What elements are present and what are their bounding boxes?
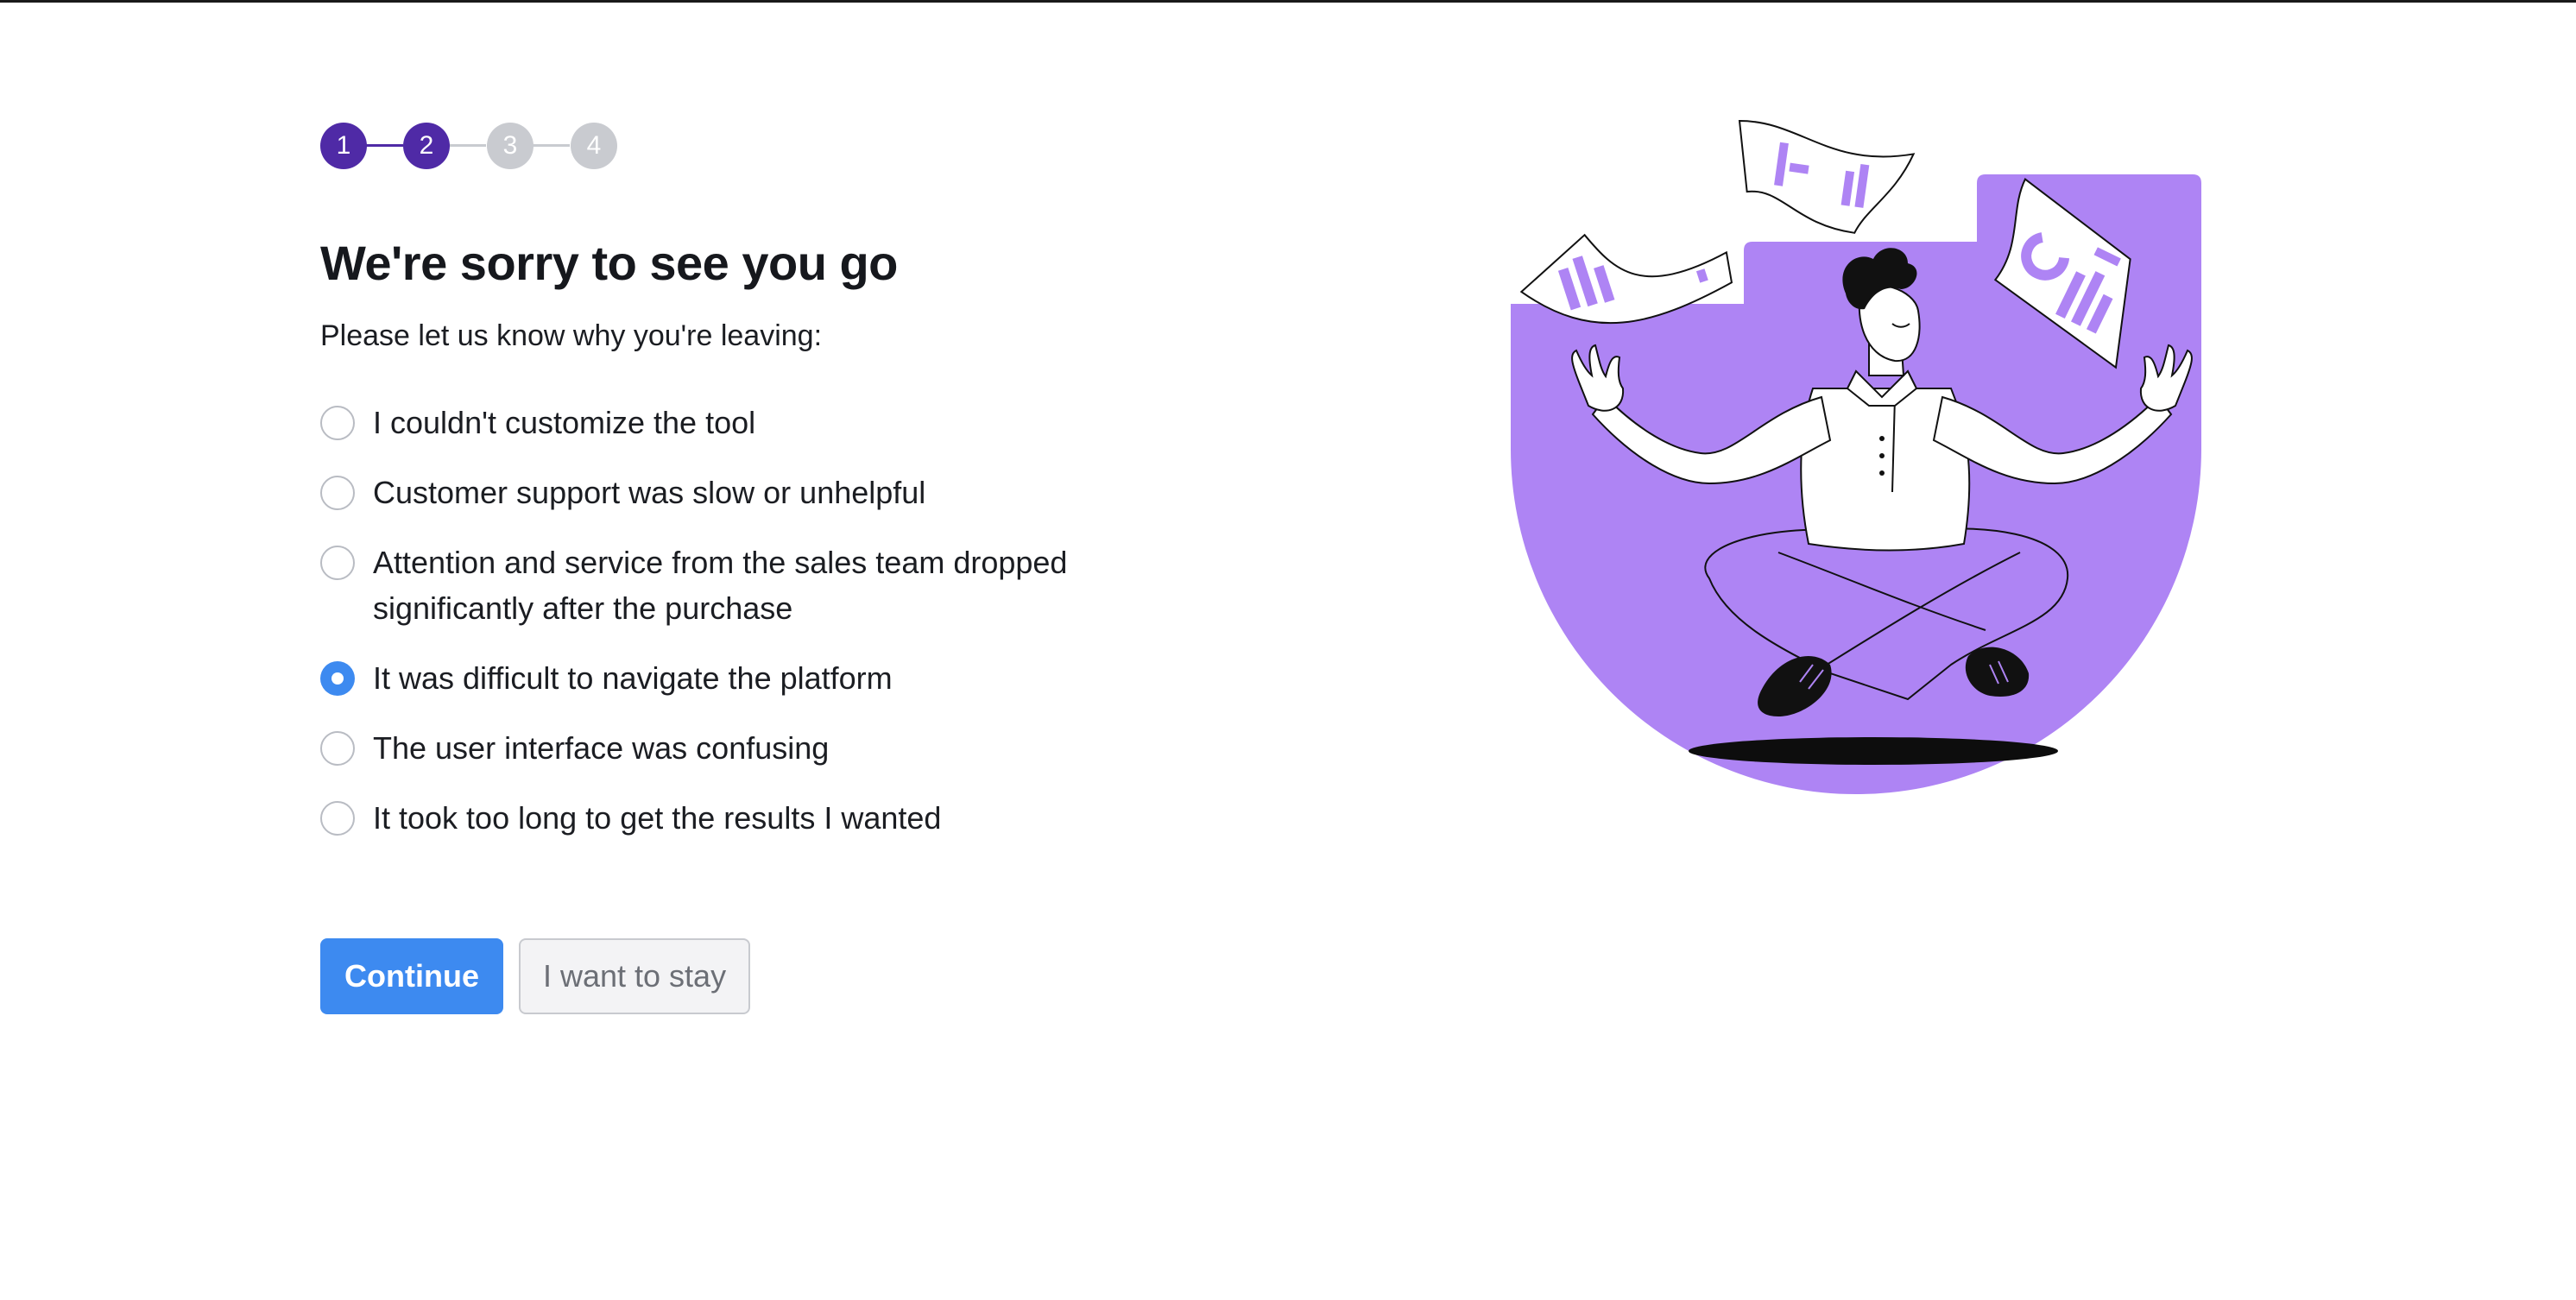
reason-label: Attention and service from the sales tea… [373,545,1068,626]
document-top-icon [1738,119,1916,234]
reason-label: I couldn't customize the tool [373,405,756,440]
reason-label: It took too long to get the results I wa… [373,800,942,836]
stepper-connector-2-3 [448,144,486,147]
reason-label: It was difficult to navigate the platfor… [373,660,893,696]
reason-option-navigation[interactable]: It was difficult to navigate the platfor… [320,660,1184,701]
radio-button[interactable] [320,406,355,440]
radio-button[interactable] [320,476,355,510]
page-subtitle: Please let us know why you're leaving: [320,319,823,352]
action-buttons: Continue I want to stay [320,938,751,1014]
step-3: 3 [487,123,534,169]
stepper-connector-1-2 [365,144,403,147]
radio-button[interactable] [320,731,355,766]
reason-option-ui-confusing[interactable]: The user interface was confusing [320,730,1184,771]
stay-button[interactable]: I want to stay [518,938,751,1014]
reason-label: Customer support was slow or unhelpful [373,475,926,510]
window-top-border [0,0,2576,3]
radio-button[interactable] [320,546,355,580]
radio-button-selected[interactable] [320,661,355,696]
stepper-connector-3-4 [532,144,570,147]
reason-option-support[interactable]: Customer support was slow or unhelpful [320,475,1184,515]
reason-option-slow-results[interactable]: It took too long to get the results I wa… [320,800,1184,841]
reason-option-customize[interactable]: I couldn't customize the tool [320,405,1184,445]
reason-label: The user interface was confusing [373,730,830,766]
reason-radio-group: I couldn't customize the tool Customer s… [320,405,1184,871]
continue-button[interactable]: Continue [320,938,503,1014]
radio-button[interactable] [320,801,355,836]
progress-stepper: 1 2 3 4 [320,123,619,169]
reason-option-sales-team[interactable]: Attention and service from the sales tea… [320,545,1184,631]
page-title: We're sorry to see you go [320,236,898,290]
step-4: 4 [571,123,617,169]
meditating-person-illustration [1502,112,2210,803]
step-1: 1 [320,123,367,169]
step-2: 2 [403,123,450,169]
